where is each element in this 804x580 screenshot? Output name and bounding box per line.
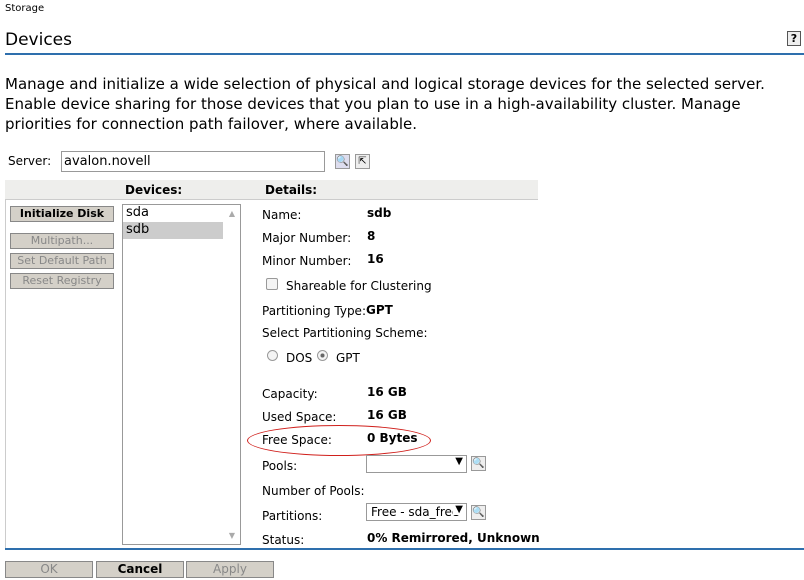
capacity-label: Capacity: — [262, 387, 318, 401]
details-header: Details: — [265, 183, 318, 197]
name-label: Name: — [262, 208, 302, 222]
pools-browse-icon[interactable]: 🔍 — [471, 456, 486, 471]
partitioning-type-label: Partitioning Type: — [262, 304, 366, 318]
partitions-label: Partitions: — [262, 509, 323, 523]
gpt-radio[interactable] — [317, 350, 328, 361]
shareable-checkbox[interactable] — [266, 278, 278, 290]
server-input[interactable] — [61, 151, 325, 172]
gpt-label: GPT — [336, 351, 360, 365]
ok-button[interactable]: OK — [5, 561, 93, 578]
set-default-path-button[interactable]: Set Default Path — [10, 253, 114, 269]
partitions-select[interactable]: Free - sda_free ▼ — [366, 503, 467, 521]
shareable-label: Shareable for Clustering — [286, 279, 432, 293]
devices-header: Devices: — [125, 183, 183, 197]
major-label: Major Number: — [262, 231, 352, 245]
list-item[interactable]: sdb — [123, 222, 223, 239]
dos-radio[interactable] — [267, 350, 278, 361]
pools-label: Pools: — [262, 459, 298, 473]
page-title: Devices — [5, 30, 72, 50]
footer-divider — [5, 548, 804, 550]
name-value: sdb — [367, 206, 392, 220]
initialize-disk-button[interactable]: Initialize Disk — [10, 206, 114, 222]
left-border — [5, 200, 6, 548]
partitioning-type-value: GPT — [366, 303, 393, 317]
partitions-select-value: Free - sda_free — [371, 505, 460, 519]
page-description: Manage and initialize a wide selection o… — [5, 75, 765, 133]
minor-label: Minor Number: — [262, 254, 352, 268]
dropdown-arrow-icon: ▼ — [455, 456, 463, 467]
used-space-label: Used Space: — [262, 410, 337, 424]
scheme-label: Select Partitioning Scheme: — [262, 326, 428, 340]
server-label: Server: — [8, 154, 52, 168]
status-label: Status: — [262, 533, 305, 547]
dos-label: DOS — [286, 351, 313, 365]
cancel-button[interactable]: Cancel — [96, 561, 184, 578]
dropdown-arrow-icon: ▼ — [453, 504, 463, 515]
highlight-ellipse — [247, 425, 431, 456]
reset-registry-button[interactable]: Reset Registry — [10, 273, 114, 289]
divider — [5, 53, 804, 55]
capacity-value: 16 GB — [367, 385, 407, 399]
pools-select[interactable]: ▼ — [366, 455, 467, 473]
breadcrumb: Storage — [5, 3, 45, 14]
browse-tree-icon[interactable]: ⇱ — [355, 154, 370, 169]
apply-button[interactable]: Apply — [186, 561, 274, 578]
search-icon[interactable]: 🔍 — [335, 154, 350, 169]
minor-value: 16 — [367, 252, 384, 266]
devices-list[interactable]: sda sdb ▲ ▼ — [122, 204, 241, 545]
number-of-pools-label: Number of Pools: — [262, 484, 365, 498]
partitions-browse-icon[interactable]: 🔍 — [471, 505, 486, 520]
scrollbar[interactable]: ▲ ▼ — [224, 205, 240, 544]
used-space-value: 16 GB — [367, 408, 407, 422]
status-value: 0% Remirrored, Unknown — [367, 531, 540, 545]
table-header: Devices: Details: — [5, 180, 538, 200]
multipath-button[interactable]: Multipath... — [10, 233, 114, 249]
list-item[interactable]: sda — [123, 205, 223, 222]
help-button[interactable]: ? — [787, 31, 801, 46]
major-value: 8 — [367, 229, 376, 243]
